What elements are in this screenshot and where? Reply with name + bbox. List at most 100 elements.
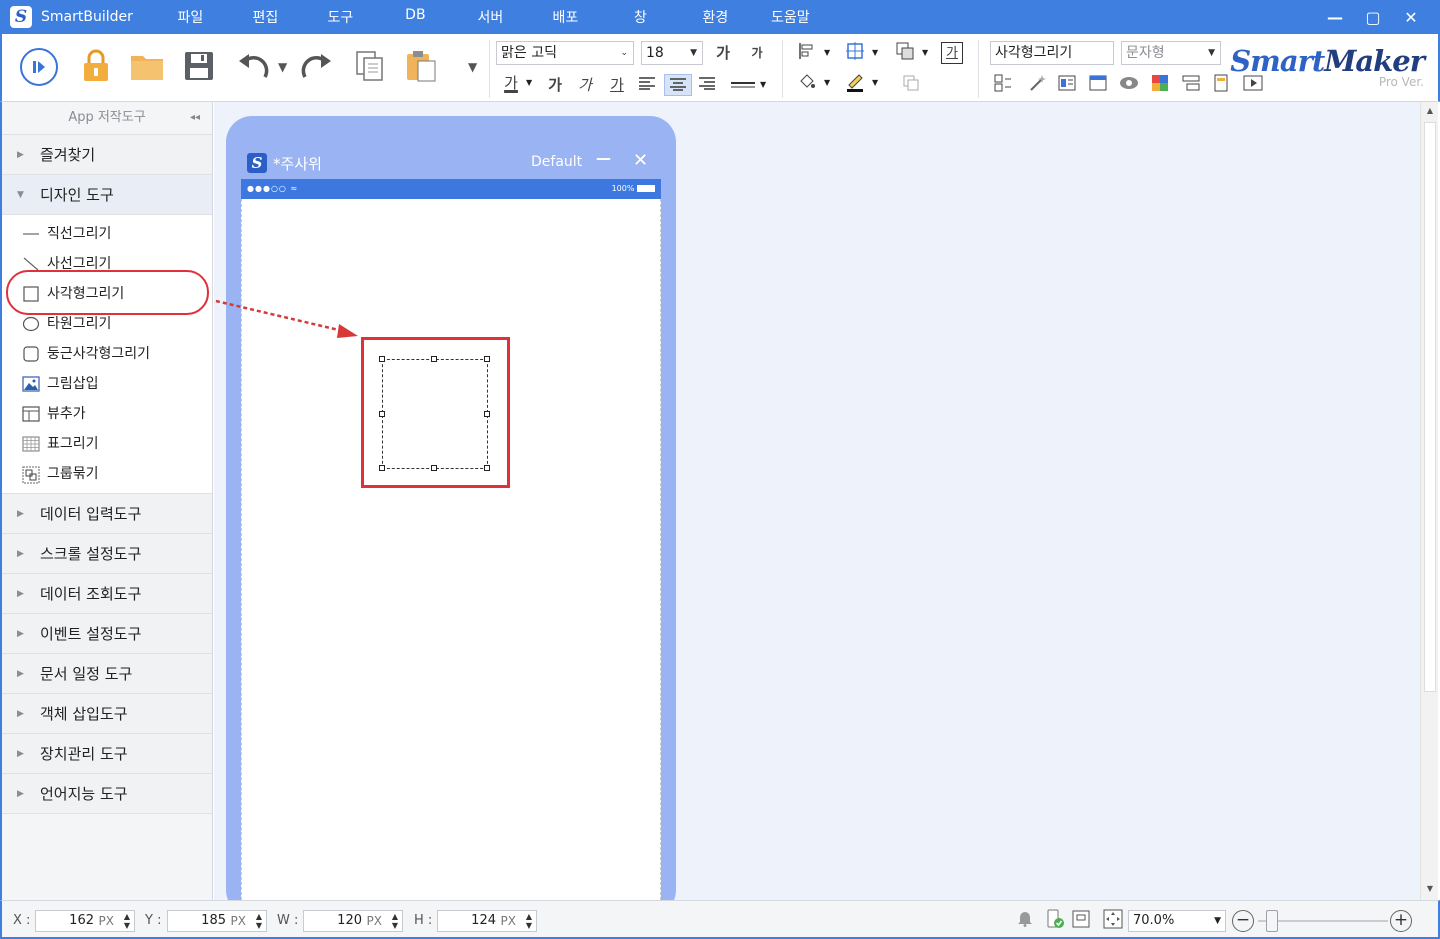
zoom-slider-thumb[interactable] (1266, 910, 1278, 932)
tool-group[interactable]: 그룹묶기 (2, 459, 212, 489)
scroll-down-icon[interactable]: ▼ (1421, 884, 1439, 893)
line-style-icon[interactable] (728, 74, 758, 96)
sidebar-category-design[interactable]: ▼ 디자인 도구 (2, 174, 212, 214)
scroll-up-icon[interactable]: ▲ (1421, 106, 1439, 115)
menu-file[interactable]: 파일 (153, 7, 228, 27)
sidebar-category-language-ai[interactable]: ▶ 언어지능 도구 (2, 773, 212, 813)
bring-front-dropdown-icon[interactable]: ▼ (922, 48, 928, 57)
tool-rounded-rectangle[interactable]: 둥근사각형그리기 (2, 339, 212, 369)
color-palette-icon[interactable] (1149, 74, 1171, 96)
menu-deploy[interactable]: 배포 (528, 7, 603, 27)
height-field[interactable]: 124 PX ▲ ▼ (437, 910, 537, 932)
sidebar-category-event[interactable]: ▶ 이벤트 설정도구 (2, 613, 212, 653)
run-button[interactable] (20, 48, 58, 86)
text-color-dropdown-icon[interactable]: ▼ (526, 78, 532, 87)
tool-view[interactable]: 뷰추가 (2, 399, 212, 429)
collapse-icon[interactable]: ◂◂ (190, 102, 200, 134)
bold-button[interactable]: 가 (544, 74, 566, 96)
distribute-icon[interactable] (844, 42, 866, 64)
bring-front-icon[interactable] (894, 42, 916, 64)
fit-page-icon[interactable] (1070, 909, 1092, 931)
minimize-button[interactable]: — (1316, 8, 1354, 27)
text-color-button[interactable]: 가 (500, 72, 522, 94)
phone-screen[interactable] (241, 199, 661, 900)
spinner-icon[interactable]: ▲ ▼ (526, 912, 532, 930)
zoom-select[interactable]: 70.0% ▼ (1128, 910, 1226, 932)
align-right-icon[interactable] (696, 74, 718, 96)
grow-font-button[interactable]: 가 (712, 42, 734, 64)
align-objects-icon[interactable] (796, 42, 818, 64)
tool-line[interactable]: 직선그리기 (2, 219, 212, 249)
tool-diagonal-line[interactable]: 사선그리기 (2, 249, 212, 279)
font-size-select[interactable]: 18 ▼ (641, 41, 703, 65)
bell-icon[interactable] (1014, 909, 1036, 931)
menu-db[interactable]: DB (378, 7, 453, 27)
font-family-select[interactable]: 맑은 고딕 ⌄ (496, 41, 634, 65)
width-field[interactable]: 120 PX ▲ ▼ (303, 910, 403, 932)
stack-icon[interactable] (1180, 74, 1202, 96)
screen-close-button[interactable]: ✕ (633, 150, 648, 171)
sidebar-category-scroll[interactable]: ▶ 스크롤 설정도구 (2, 533, 212, 573)
spinner-icon[interactable]: ▲ ▼ (124, 912, 130, 930)
lock-icon[interactable] (78, 48, 114, 84)
close-button[interactable]: ✕ (1392, 8, 1430, 27)
line-color-dropdown-icon[interactable]: ▼ (872, 78, 878, 87)
menu-help[interactable]: 도움말 (753, 7, 828, 27)
preview-eye-icon[interactable] (1118, 74, 1140, 96)
move-icon[interactable] (1102, 909, 1124, 931)
menu-window[interactable]: 창 (603, 7, 678, 27)
device-check-icon[interactable] (1044, 909, 1066, 931)
spinner-icon[interactable]: ▲ ▼ (256, 912, 262, 930)
properties-icon[interactable] (1056, 74, 1078, 96)
shrink-font-button[interactable]: 가 (746, 42, 768, 64)
align-left-icon[interactable] (636, 74, 658, 96)
open-folder-icon[interactable] (129, 48, 165, 84)
document-icon[interactable] (1210, 74, 1232, 96)
sidebar-category-data-query[interactable]: ▶ 데이터 조회도구 (2, 573, 212, 613)
object-name-field[interactable]: 사각형그리기 (990, 41, 1114, 65)
menu-server[interactable]: 서버 (453, 7, 528, 27)
tool-rectangle[interactable]: 사각형그리기 (2, 279, 212, 309)
sidebar-category-object-insert[interactable]: ▶ 객체 삽입도구 (2, 693, 212, 733)
undo-dropdown-icon[interactable]: ▼ (278, 60, 287, 74)
window-icon[interactable] (1087, 74, 1109, 96)
screen-minimize-button[interactable]: — (596, 149, 611, 167)
redo-icon[interactable] (300, 48, 336, 84)
underline-button[interactable]: 가 (606, 74, 628, 96)
screen-mode[interactable]: Default (531, 154, 582, 170)
resize-handle[interactable] (379, 465, 385, 471)
tool-table[interactable]: 표그리기 (2, 429, 212, 459)
resize-handle[interactable] (484, 411, 490, 417)
sidebar-category-device[interactable]: ▶ 장치관리 도구 (2, 733, 212, 773)
resize-handle[interactable] (379, 356, 385, 362)
text-box-button[interactable]: 가 (941, 42, 963, 64)
x-field[interactable]: 162 PX ▲ ▼ (35, 910, 135, 932)
layout-icon[interactable] (992, 74, 1014, 96)
line-color-icon[interactable] (844, 72, 866, 94)
sidebar-category-favorites[interactable]: ▶ 즐겨찾기 (2, 134, 212, 174)
fill-color-icon[interactable] (796, 72, 818, 94)
maximize-button[interactable]: ▢ (1354, 8, 1392, 27)
copy-icon[interactable] (352, 48, 388, 84)
spinner-icon[interactable]: ▲ ▼ (392, 912, 398, 930)
sidebar-category-data-input[interactable]: ▶ 데이터 입력도구 (2, 493, 212, 533)
tool-ellipse[interactable]: 타원그리기 (2, 309, 212, 339)
undo-icon[interactable] (234, 48, 270, 84)
scrollbar-thumb[interactable] (1424, 122, 1436, 692)
resize-handle[interactable] (484, 356, 490, 362)
selected-rectangle-shape[interactable] (382, 359, 488, 469)
resize-handle[interactable] (431, 465, 437, 471)
italic-button[interactable]: 가 (574, 74, 596, 96)
distribute-dropdown-icon[interactable]: ▼ (872, 48, 878, 57)
save-icon[interactable] (181, 48, 217, 84)
menu-edit[interactable]: 편집 (228, 7, 303, 27)
zoom-out-button[interactable]: − (1232, 910, 1254, 932)
tool-image[interactable]: 그림삽입 (2, 369, 212, 399)
align-center-icon[interactable] (664, 74, 692, 96)
resize-handle[interactable] (379, 411, 385, 417)
fill-color-dropdown-icon[interactable]: ▼ (824, 78, 830, 87)
paste-icon[interactable] (403, 48, 439, 84)
magic-wand-icon[interactable] (1026, 74, 1048, 96)
more-dropdown-icon[interactable]: ▼ (468, 60, 477, 74)
menu-settings[interactable]: 환경 (678, 7, 753, 27)
